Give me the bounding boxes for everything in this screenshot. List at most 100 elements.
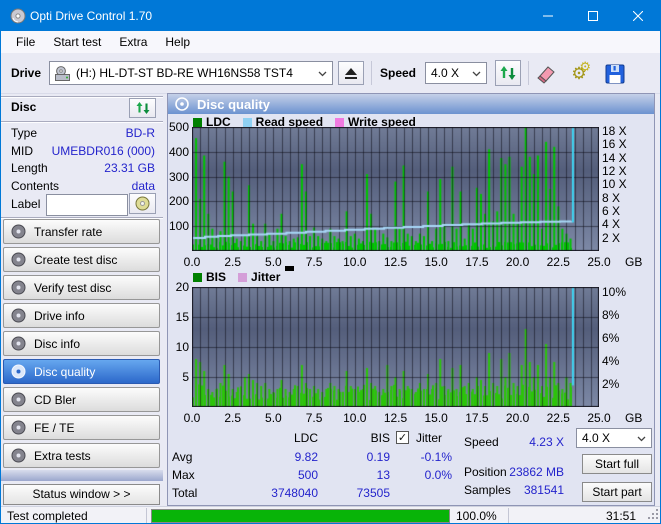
status-window-button[interactable]: Status window > > <box>3 484 160 505</box>
axis-tick-label: 10.0 <box>343 411 367 425</box>
sidebar-item-disc-info[interactable]: Disc info <box>3 331 160 356</box>
start-full-button[interactable]: Start full <box>582 454 652 474</box>
sidebar-item-extra-tests[interactable]: Extra tests <box>3 443 160 468</box>
disc-info-value: data <box>131 178 155 193</box>
axis-tick-label: 300 <box>168 169 189 184</box>
menu-start-test[interactable]: Start test <box>44 32 110 52</box>
axis-tick-label: 7.5 <box>305 255 323 269</box>
refresh-drive-button[interactable] <box>495 60 521 86</box>
axis-tick-label: 0.0 <box>183 255 201 269</box>
stats-total-bis: 73505 <box>356 486 390 500</box>
title-bar: Opti Drive Control 1.70 <box>1 1 660 31</box>
axis-tick-label: GB <box>625 255 643 269</box>
disc-quality-panel: Disc quality LDC Read speed Write speed BI… <box>167 93 655 506</box>
bis-jitter-chart <box>192 287 599 407</box>
stats-max-bis: 13 <box>376 468 390 482</box>
axis-tick-label: 22.5 <box>546 411 570 425</box>
axis-tick-label: 200 <box>168 194 189 209</box>
sidebar-item-fe-te[interactable]: FE / TE <box>3 415 160 440</box>
sidebar-item-transfer-rate[interactable]: Transfer rate <box>3 219 160 244</box>
disc-info-value: UMEBDR016 (000) <box>51 143 155 158</box>
disc-icon <box>11 420 26 435</box>
erase-disc-icon[interactable] <box>533 61 559 87</box>
settings-gears-icon[interactable]: ⚙ ⚙ <box>565 59 593 87</box>
axis-tick-label: 12.5 <box>383 411 408 425</box>
refresh-disc-button[interactable] <box>129 98 156 118</box>
sidebar-item-cd-bler[interactable]: CD Bler <box>3 387 160 412</box>
stats-max-ldc: 500 <box>297 468 318 482</box>
axis-tick-label: 4% <box>602 353 620 368</box>
resize-grip[interactable] <box>648 508 658 522</box>
eject-button[interactable] <box>338 61 364 85</box>
speed-select[interactable]: 4.0 X <box>425 62 487 84</box>
jitter-checkbox[interactable]: ✓ <box>396 431 409 444</box>
disc-info-row: Length 23.31 GB <box>11 161 155 175</box>
speed-stat-label: Speed <box>464 435 499 449</box>
test-speed-select[interactable]: 4.0 X <box>576 428 652 448</box>
axis-tick-label: 25.0 <box>587 411 611 425</box>
axis-tick-label: 22.5 <box>546 255 570 269</box>
speed-label: Speed <box>380 66 417 80</box>
minimize-button[interactable] <box>525 1 570 31</box>
disc-icon <box>11 364 26 379</box>
legend-label: BIS <box>206 270 227 284</box>
legend-item: Jitter <box>238 270 280 284</box>
sidebar-item-label: Verify test disc <box>34 280 112 295</box>
status-bar: Test completed 100.0% 31:51 <box>1 506 660 523</box>
sidebar-item-label: Extra tests <box>34 448 91 463</box>
sidebar-item-create-test-disc[interactable]: Create test disc <box>3 247 160 272</box>
legend-swatch <box>242 117 252 127</box>
elapsed-time: 31:51 <box>605 509 636 523</box>
maximize-button[interactable] <box>570 1 615 31</box>
speed-stat-value: 4.23 X <box>529 435 564 449</box>
disc-info-value: 23.31 GB <box>104 161 155 175</box>
axis-tick-label: 2.5 <box>224 411 242 425</box>
progress-bar <box>151 509 450 523</box>
disc-icon <box>11 448 26 463</box>
disc-info-label: Length <box>11 161 48 175</box>
position-stat-value: 23862 MB <box>509 465 564 479</box>
drive-select-value: (H:) HL-DT-ST BD-RE WH16NS58 TST4 <box>76 66 293 80</box>
save-icon[interactable] <box>602 61 628 87</box>
label-input[interactable] <box>46 194 128 216</box>
axis-tick-label: 2.5 <box>224 255 242 269</box>
sidebar-item-verify-test-disc[interactable]: Verify test disc <box>3 275 160 300</box>
axis-tick-label: 17.5 <box>465 411 489 425</box>
axis-tick-label: 0.0 <box>183 411 201 425</box>
test-speed-value: 4.0 X <box>582 431 611 445</box>
label-field-label: Label <box>11 197 41 211</box>
disc-quality-icon <box>175 97 189 111</box>
axis-tick-label: 20.0 <box>505 411 530 425</box>
sidebar-item-disc-quality[interactable]: Disc quality <box>3 359 160 384</box>
axis-tick-label: 20.0 <box>505 255 530 269</box>
axis-tick-label: 15.0 <box>424 411 448 425</box>
axis-tick-label: 400 <box>168 144 189 159</box>
legend-swatch <box>238 272 248 282</box>
axis-tick-label: 10 X <box>602 177 627 192</box>
axis-tick-label: 12 X <box>602 164 627 178</box>
disc-icon <box>11 224 26 239</box>
write-label-button[interactable] <box>129 193 156 214</box>
toolbar: Drive (H:) HL-DT-ST BD-RE WH16NS58 TST4 … <box>1 53 660 94</box>
axis-tick-label: 6 X <box>602 204 621 218</box>
axis-tick-label: 25.0 <box>587 255 611 269</box>
disc-info-value: BD-R <box>125 126 155 140</box>
close-button[interactable] <box>615 1 660 31</box>
stats-row-label: Total <box>172 486 198 500</box>
menu-bar: File Start test Extra Help <box>1 31 660 53</box>
stats-avg-jitter: -0.1% <box>420 450 452 464</box>
start-part-button[interactable]: Start part <box>582 482 652 502</box>
drive-select[interactable]: (H:) HL-DT-ST BD-RE WH16NS58 TST4 <box>49 61 333 85</box>
panel-header: Disc quality <box>168 94 654 114</box>
panel-title: Disc quality <box>197 96 270 112</box>
stats-avg-bis: 0.19 <box>366 450 390 464</box>
menu-file[interactable]: File <box>7 32 44 52</box>
axis-tick-label: 20 <box>175 280 189 294</box>
axis-tick-label: 5 <box>182 370 189 384</box>
disc-info-label: Type <box>11 126 38 140</box>
sidebar-item-drive-info[interactable]: Drive info <box>3 303 160 328</box>
menu-help[interactable]: Help <box>156 32 199 52</box>
menu-extra[interactable]: Extra <box>110 32 156 52</box>
stats-total-ldc: 3748040 <box>271 486 318 500</box>
chevron-down-icon <box>318 66 327 80</box>
